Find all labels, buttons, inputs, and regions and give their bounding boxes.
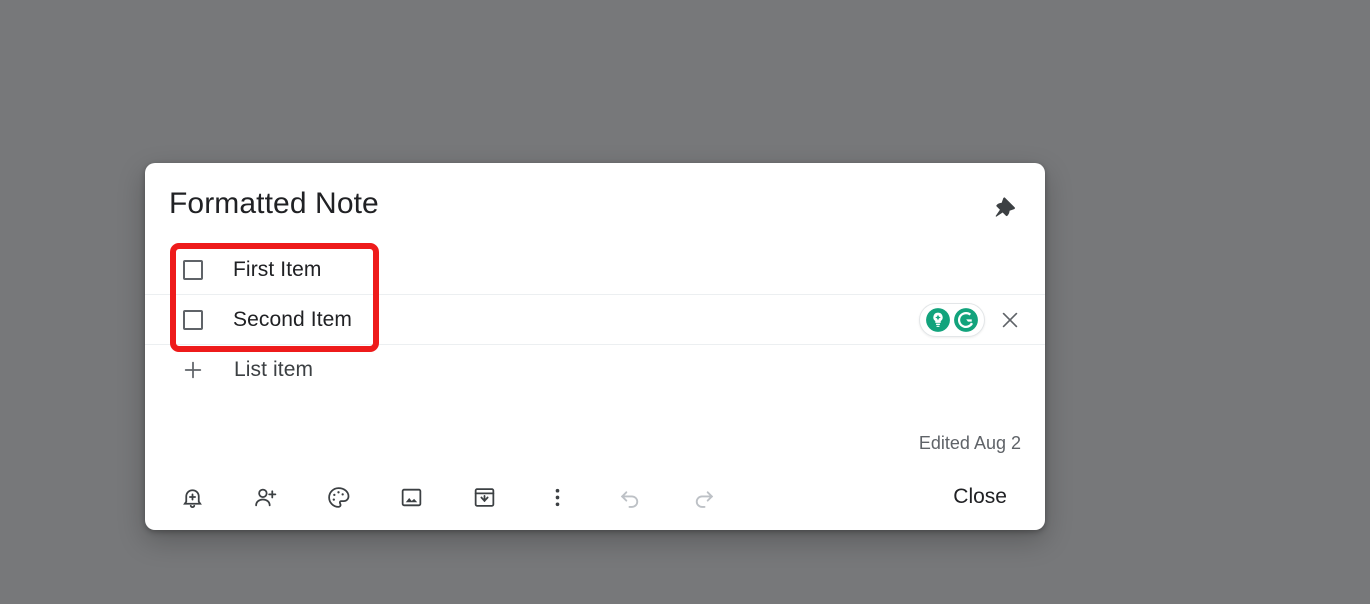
person-add-icon[interactable] bbox=[242, 474, 288, 520]
dialog-header: Formatted Note bbox=[145, 163, 1045, 245]
checklist-row-2[interactable]: Second Item bbox=[145, 295, 1045, 345]
close-icon[interactable] bbox=[999, 309, 1021, 331]
dialog-footer: Close bbox=[145, 464, 1045, 530]
checklist-item-label[interactable]: First Item bbox=[233, 258, 322, 282]
edited-timestamp: Edited Aug 2 bbox=[918, 433, 1021, 453]
checklist-item-label[interactable]: Second Item bbox=[233, 308, 352, 332]
close-button[interactable]: Close bbox=[939, 476, 1021, 518]
grammarly-widget bbox=[919, 302, 1021, 337]
grammarly-g-icon bbox=[954, 307, 978, 332]
plus-icon bbox=[182, 359, 204, 381]
more-vertical-icon[interactable] bbox=[534, 474, 580, 520]
image-icon[interactable] bbox=[388, 474, 434, 520]
app-root: Search bbox=[0, 0, 1370, 604]
checkbox-icon[interactable] bbox=[183, 259, 203, 280]
palette-icon[interactable] bbox=[315, 474, 361, 520]
page-title[interactable]: Formatted Note bbox=[169, 187, 379, 221]
lightbulb-icon bbox=[926, 307, 950, 332]
archive-icon[interactable] bbox=[461, 474, 507, 520]
grammarly-pill[interactable] bbox=[919, 302, 985, 337]
undo-icon[interactable] bbox=[607, 474, 653, 520]
pin-icon[interactable] bbox=[981, 187, 1023, 229]
redo-icon[interactable] bbox=[680, 474, 726, 520]
checkbox-icon[interactable] bbox=[183, 309, 203, 330]
checklist-row-1[interactable]: First Item bbox=[145, 245, 1045, 295]
note-toolbar bbox=[169, 474, 726, 520]
note-editor-dialog: Formatted Note First Item Second Item Li… bbox=[145, 163, 1045, 530]
reminder-bell-icon[interactable] bbox=[169, 474, 215, 520]
add-list-item-row[interactable]: List item bbox=[145, 345, 1045, 395]
add-list-item-label[interactable]: List item bbox=[234, 358, 313, 382]
